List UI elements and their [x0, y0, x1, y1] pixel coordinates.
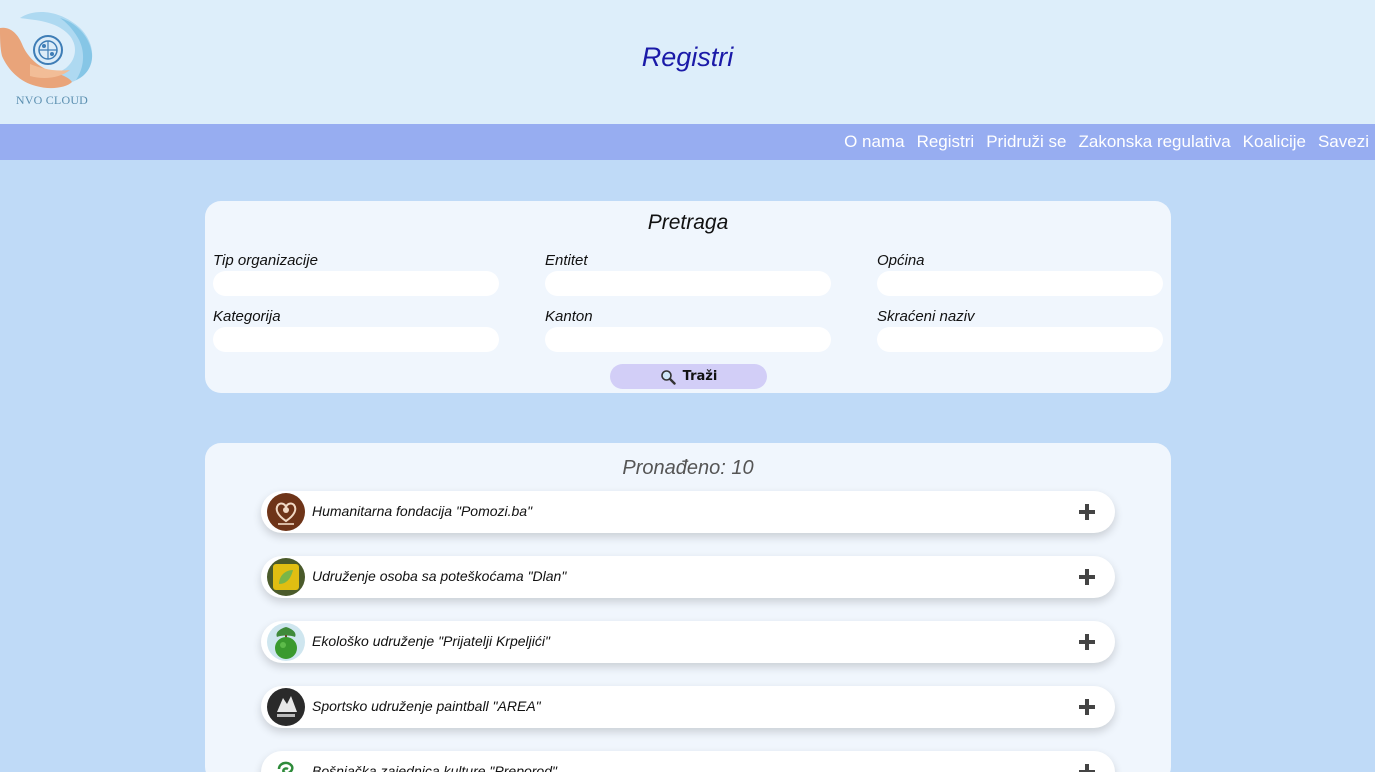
skraceni-naziv-input[interactable] — [877, 327, 1163, 352]
pomozi-logo — [267, 493, 305, 531]
dlan-logo — [267, 558, 305, 596]
trazi-button[interactable]: Traži — [610, 364, 767, 389]
trazi-button-label: Traži — [682, 369, 718, 384]
plus-icon[interactable] — [1077, 762, 1097, 772]
results-count: Pronađeno: 10 — [622, 457, 754, 479]
results-panel: Pronađeno: 10 Humanitarna fondacija "Pom… — [205, 443, 1171, 772]
plus-icon[interactable] — [1077, 632, 1097, 652]
skraceni-naziv-label: Skraćeni naziv — [877, 308, 975, 325]
result-row-area[interactable]: Sportsko udruženje paintball "AREA" — [261, 686, 1115, 728]
nav-item-registri[interactable]: Registri — [917, 132, 975, 152]
globe-tree-logo — [267, 623, 305, 661]
area-logo — [267, 688, 305, 726]
result-row-preporod[interactable]: Bošnjačka zajednica kulture "Preporod" — [261, 751, 1115, 772]
result-row-pomozi[interactable]: Humanitarna fondacija "Pomozi.ba" — [261, 491, 1115, 533]
kategorija-input[interactable] — [213, 327, 499, 352]
nav-item-zakonska-regulativa[interactable]: Zakonska regulativa — [1079, 132, 1231, 152]
preporod-logo — [267, 753, 305, 772]
org-name: Ekološko udruženje "Prijatelji Krpeljići… — [312, 633, 550, 649]
tip-organizacije-label: Tip organizacije — [213, 252, 318, 269]
opcina-input[interactable] — [877, 271, 1163, 296]
tip-organizacije-input[interactable] — [213, 271, 499, 296]
kategorija-label: Kategorija — [213, 308, 281, 325]
org-name: Sportsko udruženje paintball "AREA" — [312, 698, 541, 714]
kanton-label: Kanton — [545, 308, 593, 325]
entitet-label: Entitet — [545, 252, 588, 269]
opcina-label: Općina — [877, 252, 925, 269]
nav-item-pridruzi-se[interactable]: Pridruži se — [986, 132, 1066, 152]
entitet-input[interactable] — [545, 271, 831, 296]
nav-links: O nama Registri Pridruži se Zakonska reg… — [832, 124, 1369, 160]
org-name: Humanitarna fondacija "Pomozi.ba" — [312, 503, 533, 519]
org-name: Bošnjačka zajednica kulture "Preporod" — [312, 763, 557, 772]
logo-text: NVO CLOUD — [15, 93, 89, 107]
kanton-input[interactable] — [545, 327, 831, 352]
main-navigation: O nama Registri Pridruži se Zakonska reg… — [0, 124, 1375, 160]
nav-item-koalicije[interactable]: Koalicije — [1243, 132, 1306, 152]
plus-icon[interactable] — [1077, 502, 1097, 522]
result-row-krpeljici[interactable]: Ekološko udruženje "Prijatelji Krpeljići… — [261, 621, 1115, 663]
result-row-dlan[interactable]: Udruženje osoba sa poteškoćama "Dlan" — [261, 556, 1115, 598]
search-panel: Pretraga Tip organizacije Entitet Općina… — [205, 201, 1171, 393]
page-title: Registri — [641, 42, 734, 72]
plus-icon[interactable] — [1077, 697, 1097, 717]
nav-item-savezi[interactable]: Savezi — [1318, 132, 1369, 152]
search-title: Pretraga — [647, 211, 729, 234]
org-name: Udruženje osoba sa poteškoćama "Dlan" — [312, 568, 567, 584]
magnifier-icon — [660, 369, 676, 385]
site-header: NVO CLOUD Registri — [0, 0, 1375, 124]
plus-icon[interactable] — [1077, 567, 1097, 587]
nav-item-o-nama[interactable]: O nama — [844, 132, 904, 152]
